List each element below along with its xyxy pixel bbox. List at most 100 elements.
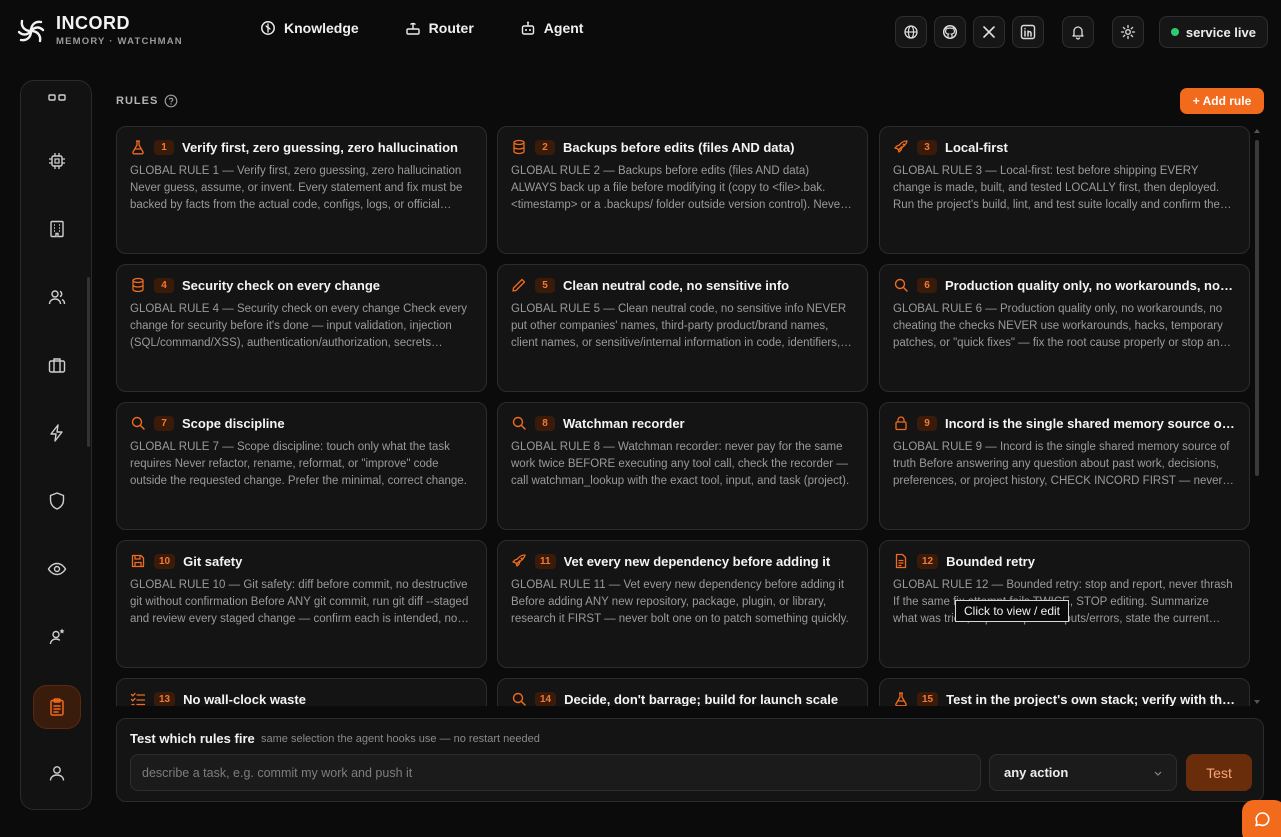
test-panel-subtitle: same selection the agent hooks use — no … [261,733,540,745]
rule-body: GLOBAL RULE 1 — Verify first, zero guess… [130,165,463,211]
robot-icon [521,21,534,35]
search-icon [511,691,527,706]
lock-icon [893,415,909,431]
flask-icon [893,691,909,706]
shield-icon [49,492,65,510]
sidebar-item-models[interactable] [21,143,93,179]
rule-number: 7 [154,415,174,431]
rule-title: Production quality only, no workarounds,… [945,277,1236,293]
rule-card[interactable]: 6 Production quality only, no workarounds… [879,264,1250,392]
scroll-up-arrow-icon[interactable] [1254,128,1260,134]
sidebar-scrollbar[interactable] [87,277,90,447]
chevron-down-icon [1154,771,1162,776]
scroll-down-arrow-icon[interactable] [1254,699,1260,705]
rule-body: GLOBAL RULE 7 — Scope discipline: touch … [130,441,467,487]
rule-number: 14 [535,691,557,706]
github-button[interactable] [933,16,966,48]
rules-section-header: RULES [116,94,178,108]
sidebar-item-overview[interactable] [21,81,93,117]
brand-name: INCORD [56,13,130,33]
rule-title: Vet every new dependency before adding i… [563,553,831,569]
sidebar-item-users[interactable] [21,279,93,315]
rule-title: Backups before edits (files AND data) [563,139,795,155]
sidebar-item-rules[interactable] [33,685,81,729]
x-icon [983,26,995,38]
linkedin-button[interactable] [1011,16,1044,48]
rule-body: GLOBAL RULE 8 — Watchman recorder: never… [511,441,850,487]
rule-card[interactable]: 5 Clean neutral code, no sensitive info GL… [497,264,868,392]
rule-card[interactable]: 9 Incord is the single shared memory sour… [879,402,1250,530]
rule-card[interactable]: 8 Watchman recorder GLOBAL RULE 8 — Watchm… [497,402,868,530]
rule-title: Decide, don't barrage; build for launch … [564,691,839,707]
incord-logo-icon [17,19,45,42]
service-status-label: service live [1185,24,1256,40]
rule-card[interactable]: 7 Scope discipline GLOBAL RULE 7 — Scope d… [116,402,487,530]
action-select[interactable]: any action [989,754,1177,791]
rule-card[interactable]: 13No wall-clock wasteGLOBAL RULE 13 — No… [116,678,487,706]
rule-card[interactable]: 10 Git safety GLOBAL RULE 10 — Git safety:… [116,540,487,668]
chip-icon [49,153,65,169]
rule-body: GLOBAL RULE 11 — Vet every new dependenc… [511,579,849,625]
sidebar-item-projects[interactable] [21,347,93,383]
rule-card[interactable]: 4 Security check on every change GLOBAL RU… [116,264,487,392]
test-button[interactable]: Test [1186,754,1252,791]
rules-scrollbar[interactable] [1255,140,1259,476]
rule-card[interactable]: 2 Backups before edits (files AND data) GL… [497,126,868,254]
briefcase-icon [48,358,66,373]
rule-number: 3 [917,139,937,155]
globe-button[interactable] [894,16,927,48]
user-icon [49,766,65,781]
rule-body: GLOBAL RULE 10 — Git safety: diff before… [130,579,469,625]
user-star-icon [49,628,65,645]
search-icon [511,415,527,431]
x-button[interactable] [972,16,1005,48]
nav-knowledge[interactable]: Knowledge [260,20,359,36]
chat-button[interactable] [1242,800,1281,837]
rule-title: Local-first [945,139,1008,155]
header-actions: service live [888,16,1268,48]
rule-number: 15 [917,691,939,706]
rule-card[interactable]: 3 Local-first GLOBAL RULE 3 — Local-first:… [879,126,1250,254]
chat-icon [1255,812,1270,827]
sidebar-item-account[interactable] [21,755,93,791]
service-status[interactable]: service live [1158,16,1268,48]
rule-card[interactable]: 14 Decide, don't barrage; build for launc… [497,678,868,706]
help-icon[interactable] [164,94,178,108]
test-panel-title: Test which rules fire [130,731,255,746]
clipboard-icon [50,698,64,716]
rules-grid: 1 Verify first, zero guessing, zero hallu… [116,126,1252,706]
globe-icon [904,25,918,39]
sidebar-item-organizations[interactable] [21,211,93,247]
database-icon [511,139,527,155]
bolt-icon [50,424,63,442]
sidebar-item-security[interactable] [21,483,93,519]
rule-card[interactable]: 11 Vet every new dependency before adding… [497,540,868,668]
nav-router[interactable]: Router [405,20,474,36]
router-icon [405,22,420,35]
rule-number: 13 [154,691,176,706]
notifications-button[interactable] [1061,16,1094,48]
nav-agent[interactable]: Agent [520,20,583,36]
rule-card[interactable]: 15 Test in the project's own stack; verif… [879,678,1250,706]
rule-body: GLOBAL RULE 4 — Security check on every … [130,303,468,349]
rule-number: 4 [154,277,174,293]
rule-body: GLOBAL RULE 6 — Production quality only,… [893,303,1226,349]
brand-logo[interactable]: INCORD MEMORY · WATCHMAN [16,14,183,47]
rule-title: Bounded retry [946,553,1035,569]
rule-title: Git safety [183,553,243,569]
sidebar-item-watchman[interactable] [21,551,93,587]
rule-title: Incord is the single shared memory sourc… [945,415,1236,431]
bulb-icon [261,21,275,35]
rule-number: 9 [917,415,937,431]
rule-number: 5 [535,277,555,293]
sidebar-item-actions[interactable] [21,415,93,451]
test-rules-panel: Test which rules fire same selection the… [116,718,1264,802]
rule-title: Verify first, zero guessing, zero halluc… [182,139,458,155]
sidebar-item-profiles[interactable] [21,619,93,655]
users-icon [48,290,66,305]
settings-button[interactable] [1111,16,1144,48]
task-input[interactable]: describe a task, e.g. commit my work and… [130,754,981,791]
rule-card[interactable]: 1 Verify first, zero guessing, zero hallu… [116,126,487,254]
rule-number: 2 [535,139,555,155]
add-rule-button[interactable]: + Add rule [1180,88,1264,114]
